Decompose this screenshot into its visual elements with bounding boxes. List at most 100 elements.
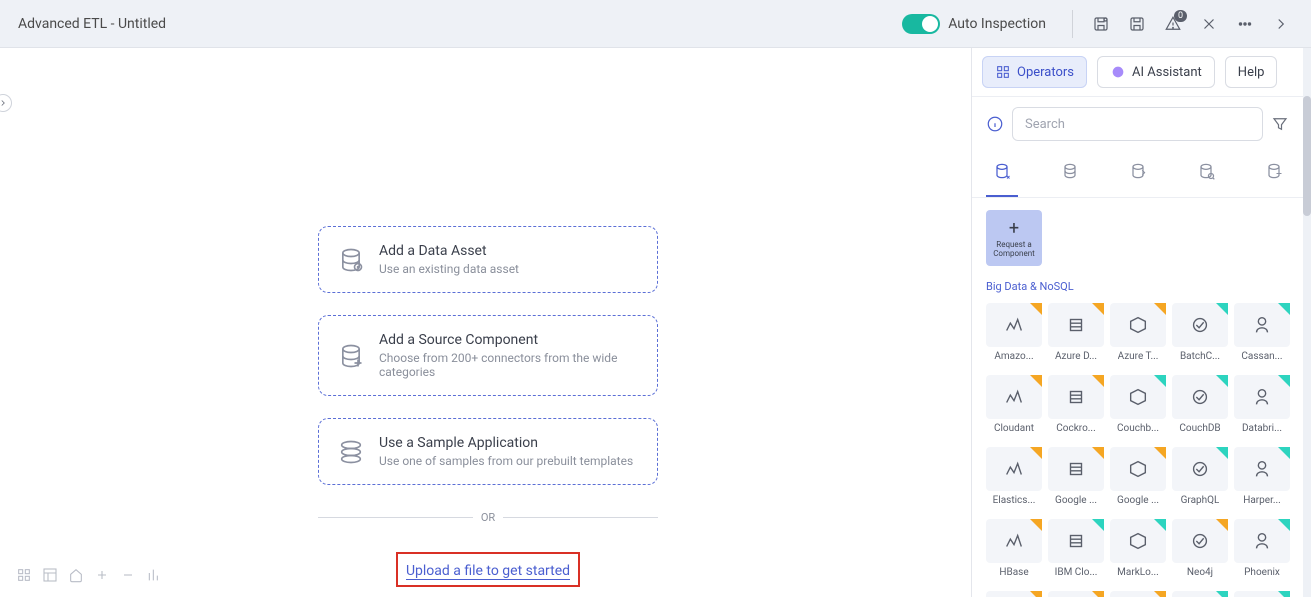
operator-icon xyxy=(1048,519,1104,563)
operator-label: Azure T... xyxy=(1118,351,1159,362)
operator-icon xyxy=(1048,303,1104,347)
operator-item[interactable] xyxy=(986,591,1042,597)
divider-line xyxy=(318,517,473,518)
operator-icon xyxy=(1048,447,1104,491)
scrollbar-thumb[interactable] xyxy=(1303,96,1311,216)
cat-tab-search[interactable] xyxy=(1190,151,1222,197)
operator-label: Cloudant xyxy=(994,423,1034,434)
operator-item[interactable]: Elastics... xyxy=(986,447,1042,511)
filter-icon[interactable] xyxy=(1271,115,1289,133)
operator-icon xyxy=(1172,447,1228,491)
panel-body[interactable]: + Request a Component Big Data & NoSQL A… xyxy=(972,198,1303,597)
auto-inspection-toggle[interactable] xyxy=(902,14,940,34)
add-data-asset-card[interactable]: Add a Data Asset Use an existing data as… xyxy=(318,226,658,293)
operator-item[interactable]: Neo4j xyxy=(1172,519,1228,583)
operator-item[interactable]: Cassan... xyxy=(1234,303,1290,367)
operator-item[interactable]: CouchDB xyxy=(1172,375,1228,439)
operator-item[interactable] xyxy=(1110,591,1166,597)
tab-ai-assistant[interactable]: AI Assistant xyxy=(1097,56,1215,88)
search-input[interactable] xyxy=(1012,107,1263,141)
operator-label: Amazo... xyxy=(994,351,1033,362)
operator-item[interactable]: Azure T... xyxy=(1110,303,1166,367)
operator-label: Elastics... xyxy=(993,495,1036,506)
tab-help[interactable]: Help xyxy=(1225,56,1278,88)
card-title: Add a Data Asset xyxy=(379,243,519,259)
zoom-in-icon[interactable] xyxy=(92,565,112,585)
upload-highlight: Upload a file to get started xyxy=(396,552,580,587)
operator-label: Cockro... xyxy=(1056,423,1095,434)
operator-item[interactable]: Google ... xyxy=(1110,447,1166,511)
add-source-component-card[interactable]: Add a Source Component Choose from 200+ … xyxy=(318,315,658,396)
right-tabs: Operators AI Assistant Help xyxy=(972,48,1303,97)
operator-icon xyxy=(1110,303,1166,347)
operator-icon xyxy=(1110,591,1166,597)
operator-item[interactable]: BatchC... xyxy=(1172,303,1228,367)
operator-item[interactable]: Google ... xyxy=(1048,447,1104,511)
cat-tab-destinations[interactable] xyxy=(1122,151,1154,197)
operator-label: Neo4j xyxy=(1187,567,1213,578)
corner-badge xyxy=(1216,375,1228,387)
operator-item[interactable]: Azure D... xyxy=(1048,303,1104,367)
operator-item[interactable]: Couchb... xyxy=(1110,375,1166,439)
operator-item[interactable]: Databri... xyxy=(1234,375,1290,439)
layout-icon[interactable] xyxy=(40,565,60,585)
operator-item[interactable] xyxy=(1234,591,1290,597)
corner-badge xyxy=(1030,591,1042,597)
operator-icon xyxy=(1048,591,1104,597)
operator-icon xyxy=(986,519,1042,563)
close-icon[interactable] xyxy=(1191,6,1227,42)
auto-inspection-toggle-wrap: Auto Inspection xyxy=(902,14,1046,34)
corner-badge xyxy=(1216,303,1228,315)
page-title: Advanced ETL - Untitled xyxy=(18,16,166,32)
operator-item[interactable]: HBase xyxy=(986,519,1042,583)
chevron-right-icon[interactable] xyxy=(1263,6,1299,42)
zoom-out-icon[interactable] xyxy=(118,565,138,585)
operator-item[interactable]: Phoenix xyxy=(1234,519,1290,583)
home-icon[interactable] xyxy=(66,565,86,585)
request-component-button[interactable]: + Request a Component xyxy=(986,210,1042,266)
upload-file-link[interactable]: Upload a file to get started xyxy=(406,563,570,580)
operator-item[interactable] xyxy=(1048,591,1104,597)
scrollbar-track[interactable] xyxy=(1303,48,1311,597)
cat-tab-transforms[interactable] xyxy=(1054,151,1086,197)
operator-item[interactable]: Amazo... xyxy=(986,303,1042,367)
operator-item[interactable]: Cockro... xyxy=(1048,375,1104,439)
corner-badge xyxy=(1030,303,1042,315)
operator-item[interactable]: GraphQL xyxy=(1172,447,1228,511)
tab-label: Help xyxy=(1238,65,1265,80)
card-subtitle: Use an existing data asset xyxy=(379,262,519,276)
more-icon[interactable] xyxy=(1227,6,1263,42)
tab-operators[interactable]: Operators xyxy=(982,56,1087,88)
starter-cards: Add a Data Asset Use an existing data as… xyxy=(318,226,658,587)
sample-application-card[interactable]: Use a Sample Application Use one of samp… xyxy=(318,418,658,485)
operator-item[interactable]: MarkLo... xyxy=(1110,519,1166,583)
operator-label: CouchDB xyxy=(1179,423,1220,434)
operator-icon xyxy=(986,447,1042,491)
corner-badge xyxy=(1216,519,1228,531)
info-icon[interactable] xyxy=(986,115,1004,133)
corner-badge xyxy=(1278,519,1290,531)
operator-item[interactable]: Cloudant xyxy=(986,375,1042,439)
expand-handle[interactable] xyxy=(0,94,12,112)
cat-tab-custom[interactable] xyxy=(1258,151,1290,197)
alerts-icon[interactable]: 0 xyxy=(1155,6,1191,42)
chart-icon[interactable] xyxy=(144,565,164,585)
canvas[interactable]: Add a Data Asset Use an existing data as… xyxy=(0,48,971,597)
corner-badge xyxy=(1154,303,1166,315)
operator-icon xyxy=(1234,447,1290,491)
cat-tab-sources[interactable] xyxy=(986,151,1018,197)
save-icon[interactable] xyxy=(1119,6,1155,42)
operator-item[interactable]: Harper... xyxy=(1234,447,1290,511)
operator-grid: Amazo... Azure D... Azure T... BatchC...Cas… xyxy=(986,303,1289,597)
operator-item[interactable]: IBM Clo... xyxy=(1048,519,1104,583)
operator-label: Couchb... xyxy=(1117,423,1159,434)
grid-icon[interactable] xyxy=(14,565,34,585)
operator-item[interactable] xyxy=(1172,591,1228,597)
auto-inspection-label: Auto Inspection xyxy=(948,16,1046,32)
operator-icon xyxy=(1172,591,1228,597)
card-subtitle: Choose from 200+ connectors from the wid… xyxy=(379,351,639,379)
stack-icon xyxy=(337,438,365,466)
save-as-icon[interactable] xyxy=(1083,6,1119,42)
corner-badge xyxy=(1092,591,1104,597)
operator-icon xyxy=(986,591,1042,597)
